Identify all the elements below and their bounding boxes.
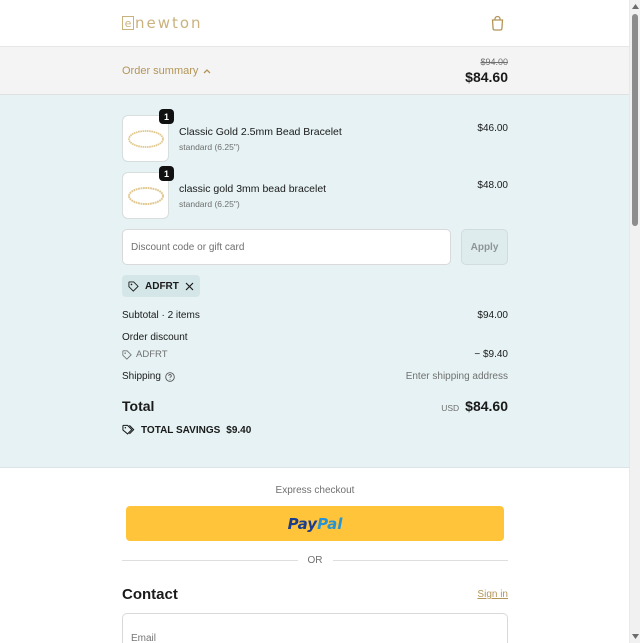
discount-code-line: ADFRT — [122, 349, 168, 360]
item-variant: standard (6.25") — [179, 142, 240, 152]
divider-line — [122, 560, 298, 561]
item-price: $48.00 — [477, 180, 508, 191]
remove-discount-icon[interactable] — [185, 282, 194, 291]
scroll-up-arrow-icon[interactable] — [632, 3, 639, 10]
tag-icon — [122, 349, 132, 360]
product-thumbnail: 1 — [122, 109, 174, 162]
item-name: Classic Gold 2.5mm Bead Bracelet — [179, 126, 342, 138]
checkout-page: e newton Order summary $94.00 $84.60 1 C… — [0, 0, 629, 643]
subtotal-row: Subtotal · 2 items $94.00 — [122, 310, 508, 321]
item-info: Classic Gold 2.5mm Bead Bracelet standar… — [179, 115, 477, 152]
discount-code-row: ADFRT − $9.40 — [122, 349, 508, 360]
page-scrollbar[interactable] — [629, 0, 640, 643]
applied-code-label: ADFRT — [145, 280, 179, 292]
item-name: classic gold 3mm bead bracelet — [179, 183, 327, 195]
line-item: 1 Classic Gold 2.5mm Bead Bracelet stand… — [122, 109, 508, 162]
cost-breakdown: Subtotal · 2 items $94.00 Order discount… — [122, 310, 508, 436]
chevron-up-icon — [203, 68, 211, 73]
contact-header: Contact Sign in — [122, 586, 508, 603]
contact-title: Contact — [122, 586, 178, 603]
discount-form: Apply — [122, 229, 508, 265]
paypal-logo-pal: Pal — [317, 514, 343, 533]
tag-icon — [128, 280, 139, 292]
quantity-badge: 1 — [159, 109, 174, 124]
scrollbar-thumb[interactable] — [632, 14, 638, 226]
logo-text: newton — [135, 14, 203, 32]
paypal-logo-pay: Pay — [287, 514, 318, 533]
original-price: $94.00 — [480, 56, 508, 67]
total-savings: TOTAL SAVINGS $9.40 — [122, 424, 508, 436]
summary-prices: $94.00 $84.60 — [465, 57, 508, 85]
or-label: OR — [307, 555, 323, 566]
help-circle-icon[interactable] — [165, 371, 175, 382]
shipping-row: Shipping Enter shipping address — [122, 371, 508, 382]
shopping-bag-icon[interactable] — [486, 12, 508, 34]
email-field[interactable] — [122, 613, 508, 643]
total-label: Total — [122, 398, 155, 414]
summary-total-price: $84.60 — [465, 68, 508, 85]
currency-code: USD — [441, 403, 460, 413]
savings-label: TOTAL SAVINGS — [141, 424, 221, 436]
sign-in-link[interactable]: Sign in — [477, 589, 508, 600]
order-summary-panel: 1 Classic Gold 2.5mm Bead Bracelet stand… — [0, 95, 629, 468]
discount-value: − $9.40 — [474, 349, 508, 360]
item-info: classic gold 3mm bead bracelet standard … — [179, 172, 477, 209]
applied-discount-chip: ADFRT — [122, 275, 200, 297]
order-discount-row: Order discount — [122, 332, 508, 343]
product-thumbnail: 1 — [122, 166, 174, 219]
shipping-value: Enter shipping address — [405, 371, 508, 382]
total-amount: $84.60 — [465, 398, 508, 414]
line-item: 1 classic gold 3mm bead bracelet standar… — [122, 166, 508, 219]
divider-line — [332, 560, 508, 561]
order-summary-toggle[interactable]: Order summary — [122, 65, 211, 77]
express-checkout-title: Express checkout — [275, 485, 355, 496]
scroll-down-arrow-icon[interactable] — [632, 633, 639, 640]
order-discount-label: Order discount — [122, 332, 188, 343]
order-summary-toggle-bar: Order summary $94.00 $84.60 — [0, 47, 629, 95]
savings-value: $9.40 — [226, 424, 252, 436]
subtotal-label: Subtotal · 2 items — [122, 310, 200, 321]
or-divider: OR — [122, 555, 508, 566]
store-logo[interactable]: e newton — [122, 14, 203, 32]
shipping-label-group: Shipping — [122, 371, 175, 382]
shipping-label: Shipping — [122, 371, 161, 382]
subtotal-value: $94.00 — [477, 310, 508, 321]
total-row: Total USD $84.60 — [122, 398, 508, 414]
total-amount-group: USD $84.60 — [441, 398, 508, 414]
item-price: $46.00 — [477, 123, 508, 134]
discount-code-text: ADFRT — [136, 349, 168, 360]
order-summary-label: Order summary — [122, 64, 199, 77]
tags-icon — [122, 424, 135, 435]
quantity-badge: 1 — [159, 166, 174, 181]
item-variant: standard (6.25") — [179, 199, 240, 209]
site-header: e newton — [0, 0, 629, 47]
checkout-section: Express checkout Pay Pal OR Contact Sign … — [0, 468, 629, 643]
paypal-button[interactable]: Pay Pal — [126, 506, 504, 541]
apply-discount-button[interactable]: Apply — [461, 229, 508, 265]
logo-initial: e — [122, 16, 134, 30]
discount-code-input[interactable] — [122, 229, 451, 265]
